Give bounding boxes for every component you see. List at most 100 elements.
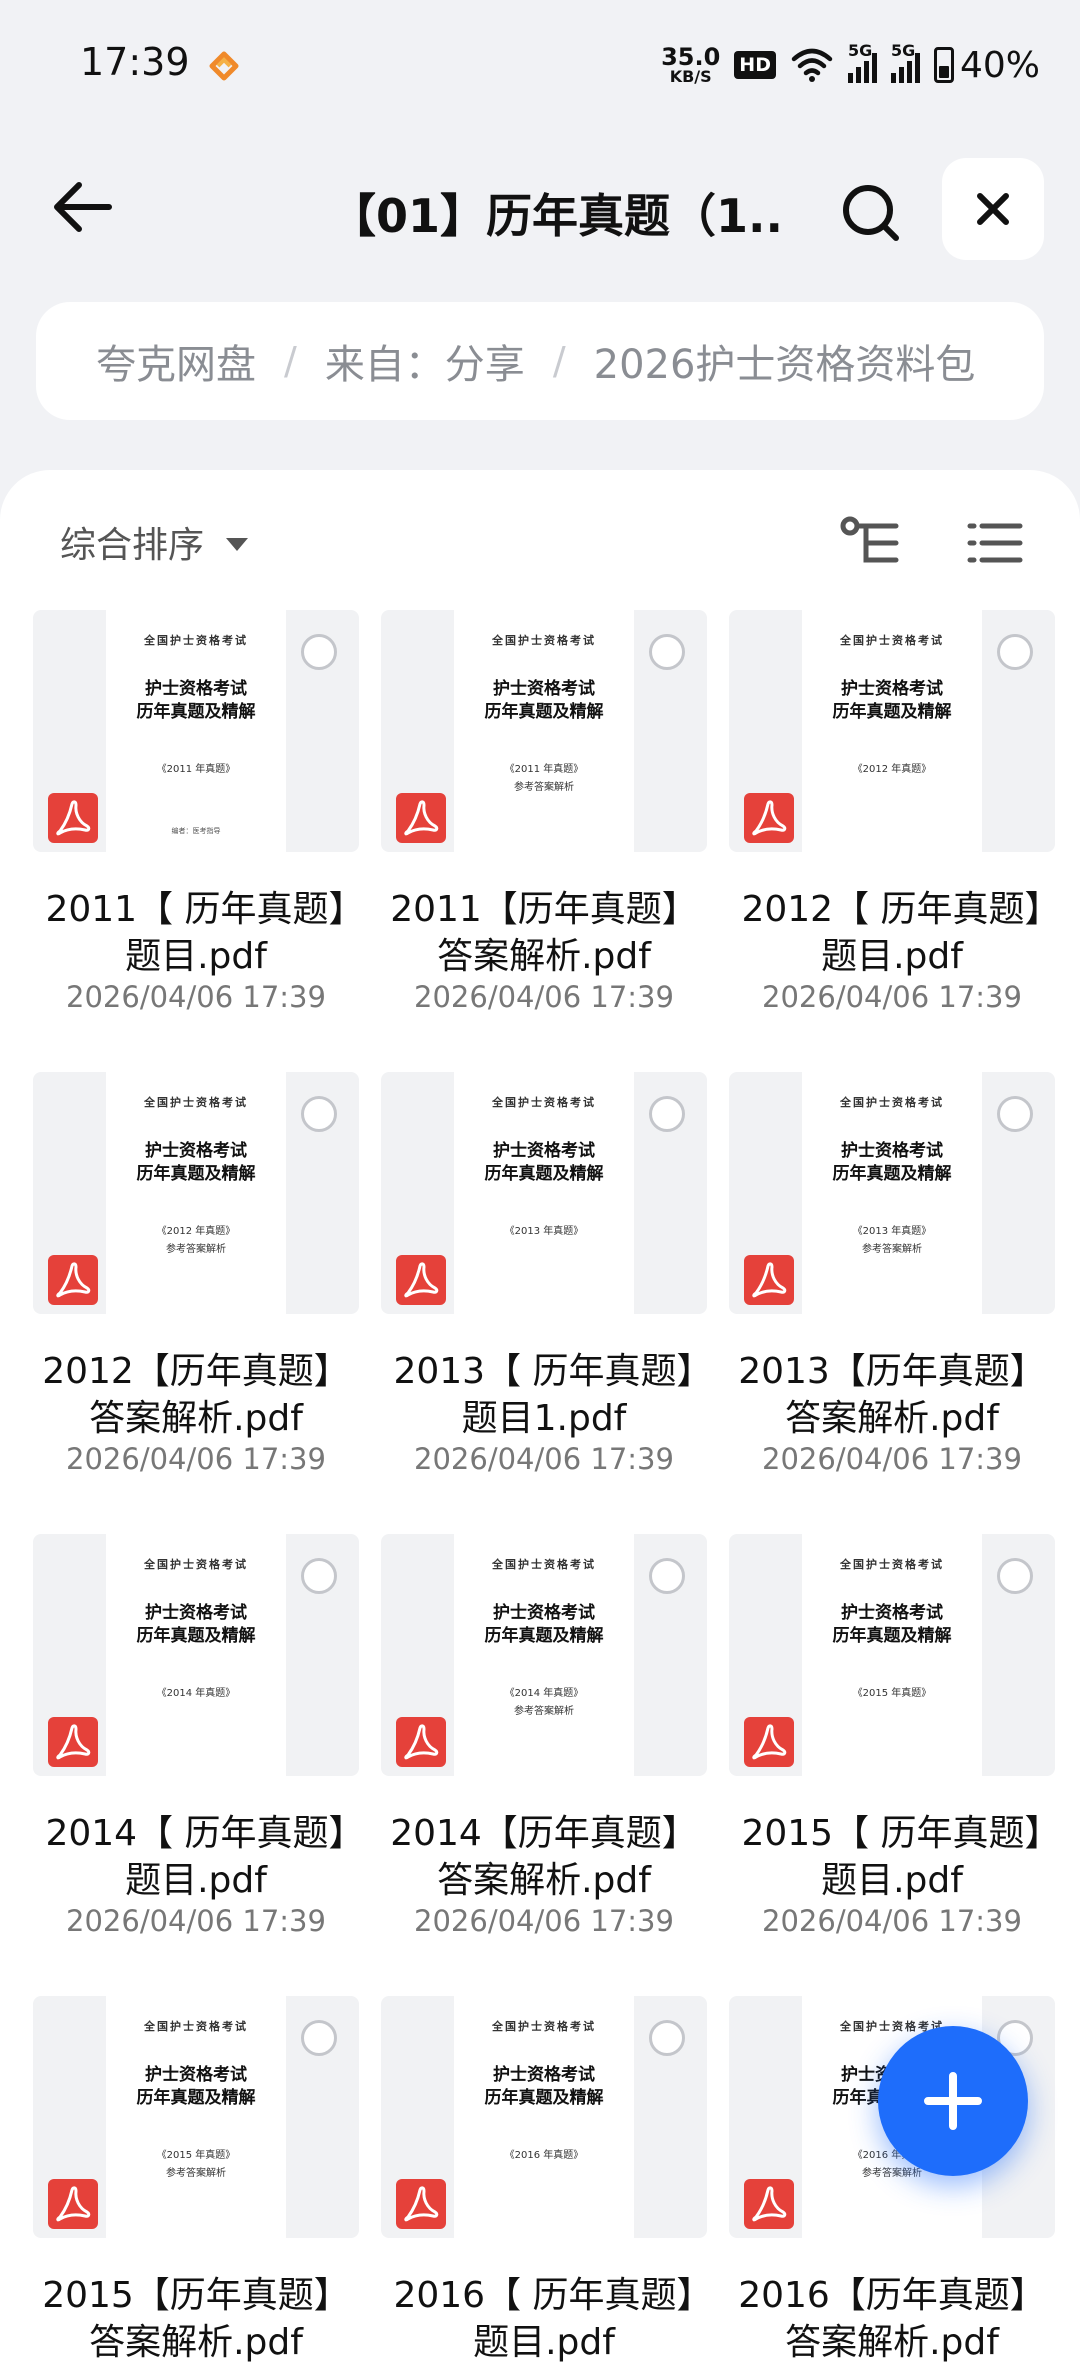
file-date: 2026/04/06 17:39 [66, 980, 326, 1014]
net-speed-value: 35.0 [661, 43, 721, 71]
breadcrumb-share[interactable]: 来自：分享 [325, 332, 525, 390]
file-thumbnail[interactable]: 全国护士资格考试 护士资格考试 历年真题及精解 《2015 年真题》 参考答案解… [33, 1996, 359, 2238]
close-button[interactable] [942, 158, 1044, 260]
doc-subtitle: 历年真题及精解 [136, 1626, 256, 1646]
battery-percent: 40% [959, 44, 1040, 86]
net-speed-unit: KB/S [669, 67, 712, 86]
sort-label: 综合排序 [60, 525, 205, 566]
select-checkbox[interactable] [649, 1096, 685, 1132]
file-name: 2014【 历年真题】题目.pdf [45, 1813, 347, 1901]
doc-title: 护士资格考试 [145, 679, 247, 699]
select-checkbox[interactable] [301, 1558, 337, 1594]
sort-dropdown[interactable]: 综合排序 [60, 516, 249, 568]
file-name: 2012【 历年真题】题目.pdf [741, 889, 1043, 977]
pdf-icon [396, 1255, 446, 1305]
pdf-icon [744, 1255, 794, 1305]
select-checkbox[interactable] [997, 1558, 1033, 1594]
document-preview: 全国护士资格考试 护士资格考试 历年真题及精解 《2013 年真题》 [454, 1072, 634, 1314]
file-date: 2026/04/06 17:39 [414, 980, 674, 1014]
file-thumbnail[interactable]: 全国护士资格考试 护士资格考试 历年真题及精解 《2014 年真题》 [33, 1534, 359, 1776]
doc-title: 护士资格考试 [841, 1141, 943, 1161]
doc-author: 编者：医考指导 [171, 827, 221, 835]
doc-subtitle: 历年真题及精解 [484, 2088, 604, 2108]
document-preview: 全国护士资格考试 护士资格考试 历年真题及精解 《2016 年真题》 [454, 1996, 634, 2238]
arrow-left-icon [54, 182, 112, 232]
file-thumbnail[interactable]: 全国护士资格考试 护士资格考试 历年真题及精解 《2013 年真题》 参考答案解… [729, 1072, 1055, 1314]
file-item[interactable]: 全国护士资格考试 护士资格考试 历年真题及精解 《2012 年真题》 2012【… [724, 610, 1060, 1020]
file-item[interactable]: 全国护士资格考试 护士资格考试 历年真题及精解 《2012 年真题》 参考答案解… [28, 1072, 364, 1482]
file-name: 2015【历年真题】答案解析.pdf [42, 2275, 350, 2363]
plus-icon [924, 2072, 982, 2130]
doc-header: 全国护士资格考试 [492, 2020, 596, 2033]
file-item[interactable]: 全国护士资格考试 护士资格考试 历年真题及精解 《2011 年真题》 编者：医考… [28, 610, 364, 1020]
doc-subtitle: 历年真题及精解 [484, 702, 604, 722]
pdf-icon [744, 2179, 794, 2229]
file-item[interactable]: 全国护士资格考试 护士资格考试 历年真题及精解 《2015 年真题》 参考答案解… [28, 1996, 364, 2376]
select-checkbox[interactable] [301, 634, 337, 670]
file-item[interactable]: 全国护士资格考试 护士资格考试 历年真题及精解 《2013 年真题》 2013【… [376, 1072, 712, 1482]
doc-header: 全国护士资格考试 [144, 2020, 248, 2033]
file-thumbnail[interactable]: 全国护士资格考试 护士资格考试 历年真题及精解 《2013 年真题》 [381, 1072, 707, 1314]
breadcrumb-root[interactable]: 夸克网盘 [96, 332, 256, 390]
file-thumbnail[interactable]: 全国护士资格考试 护士资格考试 历年真题及精解 《2014 年真题》 参考答案解… [381, 1534, 707, 1776]
file-date: 2026/04/06 17:39 [762, 1904, 1022, 1938]
pdf-icon [396, 2179, 446, 2229]
file-item[interactable]: 全国护士资格考试 护士资格考试 历年真题及精解 《2014 年真题》 2014【… [28, 1534, 364, 1944]
doc-year: 《2014 年真题》 [156, 1688, 236, 1699]
file-date: 2026/04/06 17:39 [414, 1442, 674, 1476]
pdf-icon [48, 1255, 98, 1305]
select-checkbox[interactable] [301, 1096, 337, 1132]
doc-subtitle: 历年真题及精解 [136, 2088, 256, 2108]
file-thumbnail[interactable]: 全国护士资格考试 护士资格考试 历年真题及精解 《2011 年真题》 参考答案解… [381, 610, 707, 852]
search-icon [843, 185, 899, 241]
add-button[interactable] [878, 2026, 1028, 2176]
doc-year: 《2013 年真题》 [852, 1226, 932, 1237]
doc-sub: 参考答案解析 [166, 2168, 226, 2179]
breadcrumb-folder[interactable]: 2026护士资格资料包 [594, 332, 976, 390]
doc-year: 《2012 年真题》 [852, 764, 932, 775]
file-thumbnail[interactable]: 全国护士资格考试 护士资格考试 历年真题及精解 《2012 年真题》 参考答案解… [33, 1072, 359, 1314]
app-notification-icon [209, 51, 239, 81]
select-checkbox[interactable] [649, 2020, 685, 2056]
file-thumbnail[interactable]: 全国护士资格考试 护士资格考试 历年真题及精解 《2016 年真题》 [381, 1996, 707, 2238]
doc-subtitle: 历年真题及精解 [484, 1626, 604, 1646]
file-thumbnail[interactable]: 全国护士资格考试 护士资格考试 历年真题及精解 《2011 年真题》 编者：医考… [33, 610, 359, 852]
pdf-icon [396, 793, 446, 843]
file-item[interactable]: 全国护士资格考试 护士资格考试 历年真题及精解 《2014 年真题》 参考答案解… [376, 1534, 712, 1944]
search-button[interactable] [836, 178, 906, 248]
file-date: 2026/04/06 17:39 [66, 1442, 326, 1476]
list-view-icon[interactable] [960, 508, 1030, 578]
doc-year: 《2015 年真题》 [852, 1688, 932, 1699]
select-checkbox[interactable] [997, 1096, 1033, 1132]
doc-subtitle: 历年真题及精解 [484, 1164, 604, 1184]
file-thumbnail[interactable]: 全国护士资格考试 护士资格考试 历年真题及精解 《2012 年真题》 [729, 610, 1055, 852]
file-name: 2016【历年真题】答案解析.pdf [738, 2275, 1046, 2363]
select-checkbox[interactable] [649, 1558, 685, 1594]
file-item[interactable]: 全国护士资格考试 护士资格考试 历年真题及精解 《2013 年真题》 参考答案解… [724, 1072, 1060, 1482]
doc-header: 全国护士资格考试 [144, 1096, 248, 1109]
file-item[interactable]: 全国护士资格考试 护士资格考试 历年真题及精解 《2015 年真题》 2015【… [724, 1534, 1060, 1944]
breadcrumb-separator: / [284, 339, 297, 383]
select-checkbox[interactable] [301, 2020, 337, 2056]
doc-year: 《2011 年真题》 [504, 764, 584, 775]
doc-title: 护士资格考试 [841, 1603, 943, 1623]
status-icons: 35.0 KB/S HD 5G 5G 40% [661, 40, 1040, 90]
net-speed: 35.0 KB/S [661, 45, 720, 85]
doc-title: 护士资格考试 [145, 1603, 247, 1623]
file-name: 2015【 历年真题】题目.pdf [741, 1813, 1043, 1901]
file-item[interactable]: 全国护士资格考试 护士资格考试 历年真题及精解 《2011 年真题》 参考答案解… [376, 610, 712, 1020]
file-thumbnail[interactable]: 全国护士资格考试 护士资格考试 历年真题及精解 《2015 年真题》 [729, 1534, 1055, 1776]
screen: 17:39 35.0 KB/S HD 5G 5G 40% 【01】历年真题（1.… [0, 0, 1080, 2376]
battery-icon [933, 47, 954, 83]
file-name: 2011【历年真题】答案解析.pdf [390, 889, 698, 977]
file-item[interactable]: 全国护士资格考试 护士资格考试 历年真题及精解 《2016 年真题》 2016【… [376, 1996, 712, 2376]
doc-sub: 参考答案解析 [514, 1706, 574, 1717]
back-button[interactable] [46, 172, 116, 242]
pdf-icon [48, 2179, 98, 2229]
select-checkbox[interactable] [997, 634, 1033, 670]
folder-tree-icon[interactable] [836, 508, 906, 578]
select-checkbox[interactable] [649, 634, 685, 670]
hd-badge: HD [734, 51, 776, 79]
breadcrumb-separator: / [552, 339, 566, 383]
doc-title: 护士资格考试 [493, 1603, 595, 1623]
